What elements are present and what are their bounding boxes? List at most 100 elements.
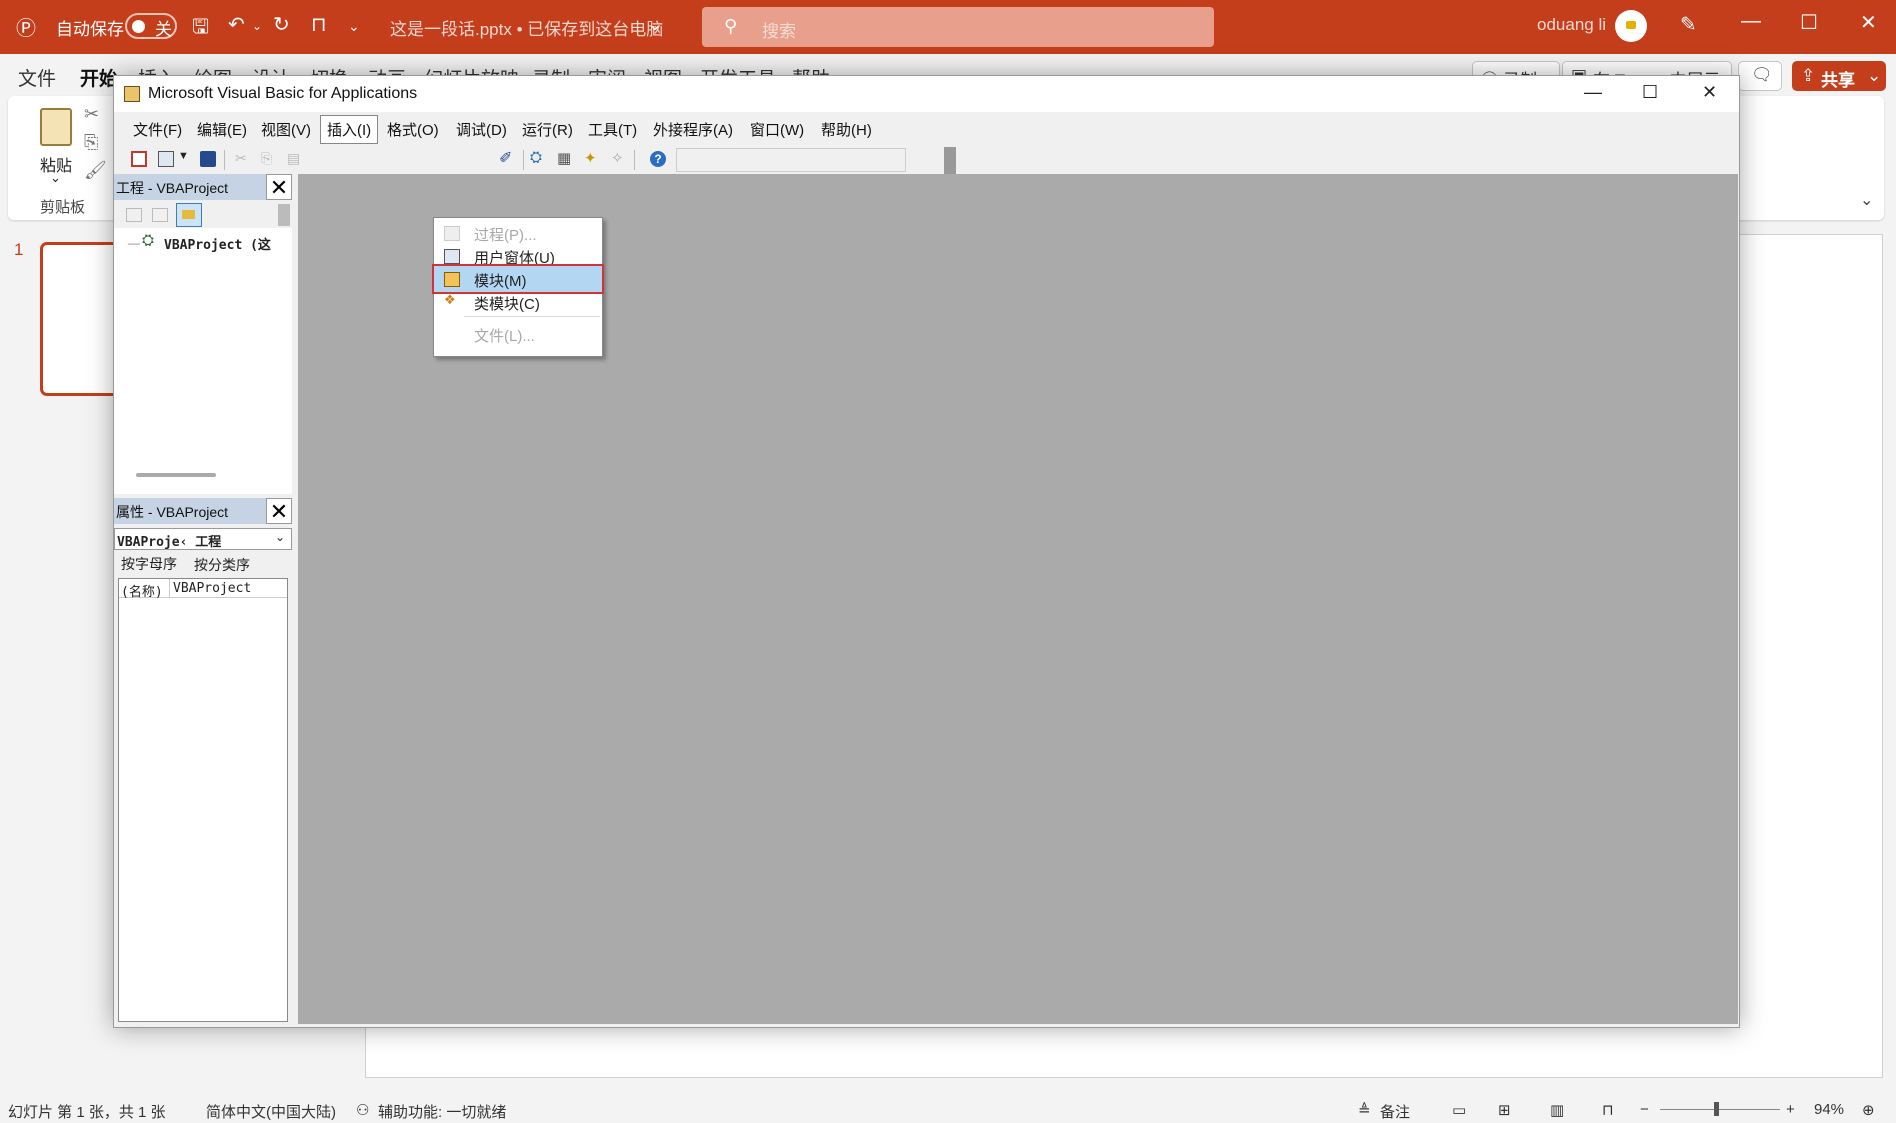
comments-button[interactable]: 🗨 bbox=[1738, 61, 1782, 91]
paste-button[interactable]: 粘贴 ⌄ bbox=[28, 102, 84, 185]
search-box[interactable]: ⚲ 搜索 bbox=[702, 7, 1214, 47]
insert-userform-icon[interactable] bbox=[158, 151, 174, 167]
notes-button[interactable]: 备注 bbox=[1380, 1101, 1410, 1122]
menu-tools[interactable]: 工具(T) bbox=[588, 119, 637, 140]
project-pane-close-icon[interactable]: ✕ bbox=[266, 174, 292, 200]
project-pane-title: 工程 - VBAProject bbox=[116, 180, 229, 196]
project-pane-header: 工程 - VBAProject ✕ bbox=[114, 174, 292, 200]
maximize-icon[interactable]: ☐ bbox=[1800, 10, 1818, 35]
cut-vba-icon[interactable]: ✂ bbox=[235, 150, 247, 167]
zoom-level[interactable]: 94% bbox=[1814, 1101, 1844, 1118]
tab-file[interactable]: 文件 bbox=[18, 64, 56, 91]
autosave-state: 关 bbox=[155, 20, 172, 39]
toolbox-icon[interactable]: ✧ bbox=[611, 149, 624, 167]
project-explorer-pane: 工程 - VBAProject ✕ — ⛭ VBAProject (这 bbox=[114, 174, 292, 494]
fit-slide-icon[interactable]: ⊕ bbox=[1862, 1101, 1875, 1119]
menu-file[interactable]: 文件(F) bbox=[133, 119, 182, 140]
properties-pane: 属性 - VBAProject ✕ VBAProje‹ 工程 ⌄ 按字母序 按分… bbox=[114, 498, 292, 1024]
view-powerpoint-icon[interactable] bbox=[131, 151, 147, 167]
properties-window-icon[interactable]: ▦ bbox=[557, 149, 571, 167]
menu-addins[interactable]: 外接程序(A) bbox=[653, 119, 733, 140]
props-pane-close-icon[interactable]: ✕ bbox=[266, 498, 292, 524]
slide-number: 1 bbox=[14, 240, 24, 259]
clipboard-group-label: 剪贴板 bbox=[40, 199, 86, 216]
user-name[interactable]: oduang li bbox=[1537, 15, 1606, 35]
search-placeholder: 搜索 bbox=[762, 22, 796, 41]
present-icon[interactable]: ⊓ bbox=[311, 12, 327, 37]
project-pane-toolbar bbox=[114, 200, 292, 228]
redo-icon[interactable]: ↻ bbox=[273, 12, 290, 37]
paste-vba-icon[interactable]: ▤ bbox=[287, 150, 300, 167]
share-button[interactable]: ⇪ 共享 ⌄ bbox=[1792, 61, 1886, 91]
paste-dropdown-icon: ⌄ bbox=[50, 170, 61, 185]
menu-edit[interactable]: 编辑(E) bbox=[197, 119, 247, 140]
insert-dropdown-icon[interactable]: ▼ bbox=[178, 150, 189, 162]
view-object-icon[interactable] bbox=[152, 208, 168, 222]
project-pane-scroll-icon[interactable] bbox=[278, 204, 290, 226]
menu-help[interactable]: 帮助(H) bbox=[821, 119, 872, 140]
props-tab-alpha[interactable]: 按字母序 bbox=[121, 554, 177, 574]
vba-maximize-icon[interactable]: ☐ bbox=[1642, 82, 1658, 103]
insert-file-item[interactable]: 文件(L)... bbox=[434, 321, 602, 347]
reading-view-icon[interactable]: ▥ bbox=[1550, 1101, 1564, 1119]
zoom-in-icon[interactable]: + bbox=[1786, 1101, 1795, 1118]
copy-vba-icon[interactable]: ⎘ bbox=[261, 150, 272, 167]
props-tab-category[interactable]: 按分类序 bbox=[194, 555, 250, 575]
ppt-title-bar: Ⓟ 自动保存 关 🖫 ↶ ⌄ ↻ ⊓ ⌄ 这是一段话.pptx • 已保存到这台… bbox=[0, 0, 1896, 54]
props-pane-title: 属性 - VBAProject bbox=[116, 504, 229, 520]
vba-close-icon[interactable]: ✕ bbox=[1702, 82, 1717, 103]
props-row[interactable]: (名称) VBAProject bbox=[119, 579, 287, 600]
ribbon-collapse-icon[interactable]: ⌄ bbox=[1860, 190, 1873, 210]
undo-icon[interactable]: ↶ bbox=[228, 12, 245, 37]
undo-dropdown-icon[interactable]: ⌄ bbox=[252, 19, 262, 33]
toolbar-separator bbox=[224, 150, 225, 170]
vba-title-bar: Microsoft Visual Basic for Applications … bbox=[114, 76, 1739, 112]
view-code-icon[interactable] bbox=[126, 208, 142, 222]
insert-class-module-item[interactable]: ❖ 类模块(C) bbox=[434, 289, 602, 315]
props-pane-header: 属性 - VBAProject ✕ bbox=[114, 498, 292, 524]
zoom-slider-thumb[interactable] bbox=[1714, 1102, 1719, 1116]
format-painter-icon[interactable]: 🖌 bbox=[84, 160, 107, 181]
menu-view[interactable]: 视图(V) bbox=[261, 119, 311, 140]
language-status[interactable]: 简体中文(中国大陆) bbox=[206, 1101, 336, 1122]
save-icon[interactable]: 🖫 bbox=[192, 12, 209, 46]
slide-sorter-icon[interactable]: ⊞ bbox=[1498, 1101, 1511, 1119]
slideshow-view-icon[interactable]: ⊓ bbox=[1602, 1101, 1614, 1119]
zoom-out-icon[interactable]: − bbox=[1640, 1101, 1649, 1118]
copy-icon[interactable]: ⎘ bbox=[84, 132, 98, 153]
props-object-select[interactable]: VBAProje‹ 工程 ⌄ bbox=[114, 528, 292, 550]
minimize-icon[interactable]: — bbox=[1741, 10, 1761, 33]
props-row-name: (名称) bbox=[121, 585, 163, 600]
tree-expander-icon[interactable]: — bbox=[128, 236, 140, 250]
menu-run[interactable]: 运行(R) bbox=[522, 119, 573, 140]
project-explorer-icon[interactable]: ⛭ bbox=[530, 149, 542, 166]
save-vba-icon[interactable] bbox=[200, 151, 216, 167]
normal-view-icon[interactable]: ▭ bbox=[1452, 1101, 1466, 1119]
avatar[interactable] bbox=[1615, 10, 1647, 42]
menu-insert[interactable]: 插入(I) bbox=[320, 115, 379, 144]
share-icon: ⇪ bbox=[1801, 66, 1816, 85]
toolbar-overflow-icon[interactable] bbox=[944, 147, 956, 175]
customize-qat-icon[interactable]: ⌄ bbox=[348, 18, 360, 35]
design-mode-icon[interactable]: ✐ bbox=[499, 148, 512, 168]
title-chevron-icon[interactable]: ⌄ bbox=[648, 15, 662, 35]
cut-icon[interactable]: ✂ bbox=[84, 104, 99, 125]
accessibility-status[interactable]: 辅助功能: 一切就绪 bbox=[378, 1101, 506, 1122]
object-browser-icon[interactable]: ✦ bbox=[584, 149, 597, 167]
project-hscroll-thumb[interactable] bbox=[136, 473, 216, 477]
vba-minimize-icon[interactable]: — bbox=[1584, 82, 1602, 103]
menu-debug[interactable]: 调试(D) bbox=[456, 119, 507, 140]
document-title[interactable]: 这是一段话.pptx • 已保存到这台电脑 bbox=[390, 15, 663, 40]
menu-window[interactable]: 窗口(W) bbox=[750, 119, 804, 140]
project-tree-item[interactable]: VBAProject (这 bbox=[164, 234, 290, 253]
procedure-icon bbox=[444, 226, 460, 241]
help-icon[interactable]: ? bbox=[650, 151, 666, 167]
slide-info[interactable]: 幻灯片 第 1 张，共 1 张 bbox=[8, 1101, 166, 1122]
zoom-slider[interactable] bbox=[1660, 1102, 1780, 1116]
vbaproject-icon: ⛭ bbox=[142, 232, 155, 249]
cursor-position-box bbox=[676, 148, 906, 172]
pen-icon[interactable]: ✎ bbox=[1680, 12, 1697, 37]
toggle-folders-icon[interactable] bbox=[176, 203, 202, 227]
menu-format[interactable]: 格式(O) bbox=[387, 119, 439, 140]
close-icon[interactable]: ✕ bbox=[1860, 10, 1877, 35]
